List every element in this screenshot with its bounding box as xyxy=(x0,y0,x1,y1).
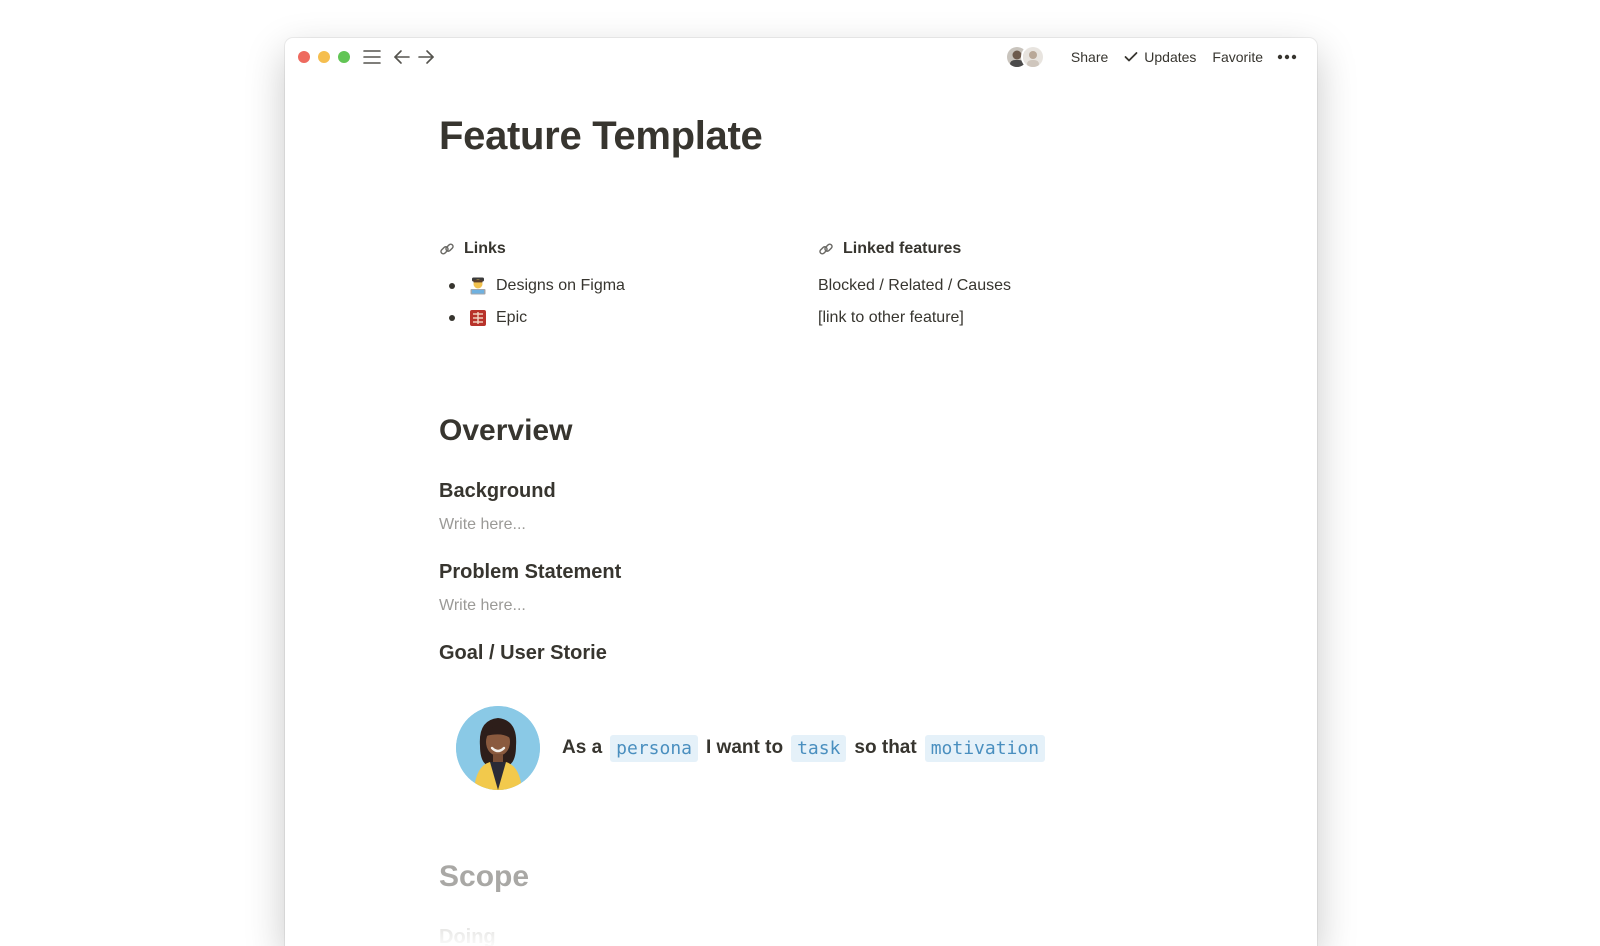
problem-statement-placeholder[interactable]: Write here... xyxy=(439,597,526,615)
overview-heading[interactable]: Overview xyxy=(439,414,572,448)
story-so-that-text: so that xyxy=(854,737,917,758)
page-title[interactable]: Feature Template xyxy=(439,112,763,160)
share-button[interactable]: Share xyxy=(1063,44,1116,70)
more-options-icon[interactable] xyxy=(1273,44,1301,70)
user-story-callout: As a persona I want to task so that moti… xyxy=(456,706,1053,790)
checkmark-icon xyxy=(1124,51,1138,63)
story-i-want-to-text: I want to xyxy=(706,737,784,758)
other-feature-link[interactable]: [link to other feature] xyxy=(818,302,1158,334)
persona-avatar xyxy=(456,706,540,790)
links-heading-label: Links xyxy=(464,240,506,257)
links-list: Designs on Figma Epic xyxy=(439,270,779,334)
favorite-button[interactable]: Favorite xyxy=(1204,44,1271,70)
scope-heading[interactable]: Scope xyxy=(439,860,529,894)
background-heading[interactable]: Background xyxy=(439,480,556,503)
problem-statement-heading[interactable]: Problem Statement xyxy=(439,561,621,584)
back-arrow-icon[interactable] xyxy=(392,47,412,67)
goal-user-stories-heading[interactable]: Goal / User Storie xyxy=(439,642,607,665)
doing-heading[interactable]: Doing xyxy=(439,926,496,946)
epic-emoji-icon xyxy=(469,309,487,327)
titlebar-actions: Share Updates Favorite xyxy=(1004,38,1301,76)
links-heading[interactable]: Links xyxy=(439,238,779,260)
motivation-chip[interactable]: motivation xyxy=(924,734,1046,762)
relationship-types-text[interactable]: Blocked / Related / Causes xyxy=(818,270,1158,302)
background-placeholder[interactable]: Write here... xyxy=(439,516,526,534)
sidebar-menu-icon[interactable] xyxy=(362,47,382,67)
forward-arrow-icon[interactable] xyxy=(416,47,436,67)
zoom-window-button[interactable] xyxy=(338,51,350,63)
user-story-sentence: As a persona I want to task so that moti… xyxy=(562,734,1053,762)
close-window-button[interactable] xyxy=(298,51,310,63)
list-item[interactable]: Epic xyxy=(439,302,779,334)
task-chip[interactable]: task xyxy=(791,734,847,762)
collaborator-avatars[interactable] xyxy=(1004,45,1045,69)
bullet-icon xyxy=(449,283,455,289)
updates-button[interactable]: Updates xyxy=(1116,44,1204,70)
updates-label: Updates xyxy=(1144,49,1197,65)
link-icon xyxy=(818,240,836,258)
avatar xyxy=(1020,45,1045,69)
persona-chip[interactable]: persona xyxy=(610,734,698,762)
app-window: Share Updates Favorite Feature Template … xyxy=(285,38,1317,946)
list-item[interactable]: Designs on Figma xyxy=(439,270,779,302)
linked-features-column: Linked features Blocked / Related / Caus… xyxy=(818,238,1158,334)
story-as-a-text: As a xyxy=(562,737,603,758)
linked-features-heading[interactable]: Linked features xyxy=(818,238,1158,260)
title-bar: Share Updates Favorite xyxy=(285,38,1317,76)
minimize-window-button[interactable] xyxy=(318,51,330,63)
epic-link[interactable]: Epic xyxy=(496,309,527,327)
bullet-icon xyxy=(449,315,455,321)
linked-features-heading-label: Linked features xyxy=(843,240,962,257)
designs-on-figma-link[interactable]: Designs on Figma xyxy=(496,277,625,295)
link-icon xyxy=(439,240,457,258)
links-column: Links Designs on Figma Epic xyxy=(439,238,779,334)
technologist-emoji-icon xyxy=(469,277,487,295)
